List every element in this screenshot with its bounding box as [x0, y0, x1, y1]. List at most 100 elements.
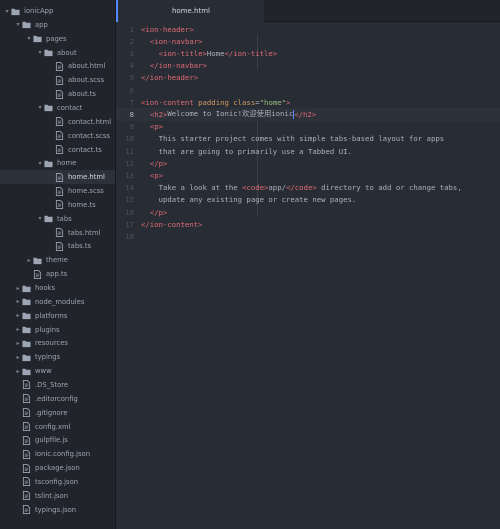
code-text: Take a look at the <code> app/</code> dir… [141, 182, 462, 194]
code-line[interactable]: 11 that are going to primarily use a Tab… [116, 145, 500, 157]
line-number: 11 [125, 146, 134, 156]
tree-file[interactable]: home.scss [0, 184, 115, 198]
chevron-down-icon[interactable]: ▾ [36, 215, 44, 222]
code-line[interactable]: 2 <ion-navbar> [116, 35, 500, 47]
chevron-down-icon[interactable]: ▾ [36, 160, 44, 167]
code-line[interactable]: 10 This starter project comes with simpl… [116, 133, 500, 145]
chevron-right-icon[interactable]: ▸ [14, 298, 22, 305]
tree-item-label: tabs.html [68, 228, 101, 237]
tree-file[interactable]: tslint.json [0, 489, 115, 503]
tree-item-label: about.scss [68, 76, 105, 85]
tree-file[interactable]: config.xml [0, 420, 115, 434]
tab-home-html[interactable]: home.html [116, 0, 264, 22]
code-line[interactable]: 7 <ion-content padding class = "home" > [116, 96, 500, 108]
tree-folder[interactable]: ▸ platforms [0, 309, 115, 323]
tree-file[interactable]: contact.html [0, 115, 115, 129]
code-line[interactable]: 12 </p> [116, 157, 500, 169]
chevron-down-icon[interactable]: ▾ [25, 35, 33, 42]
tree-folder[interactable]: ▸ hooks [0, 281, 115, 295]
chevron-right-icon[interactable]: ▸ [14, 285, 22, 292]
tree-item-label: typings.json [35, 505, 77, 514]
chevron-right-icon[interactable]: ▸ [14, 354, 22, 361]
tree-folder[interactable]: ▾ app [0, 18, 115, 32]
line-number: 5 [129, 73, 134, 83]
tree-file[interactable]: .gitignore [0, 406, 115, 420]
code-token: that are going to primarily use a Tabbed… [141, 146, 352, 156]
line-number: 10 [125, 134, 134, 144]
code-line[interactable]: 17 </ion-content> [116, 218, 500, 230]
code-text: <ion-content padding class = "home" > [141, 96, 290, 108]
tree-folder[interactable]: ▾ contact [0, 101, 115, 115]
tree-file[interactable]: tabs.html [0, 226, 115, 240]
tree-folder[interactable]: ▾ tabs [0, 212, 115, 226]
chevron-right-icon[interactable]: ▸ [14, 326, 22, 333]
tree-folder[interactable]: ▸ node_modules [0, 295, 115, 309]
code-editor[interactable]: 1 <ion-header> 2 <ion-navbar> 3 <ion-title>… [116, 22, 500, 529]
code-line[interactable]: 8 <h2> Welcome to Ionic!欢迎使用ionic </h2> [116, 108, 500, 121]
tree-file[interactable]: typings.json [0, 503, 115, 517]
tree-file[interactable]: about.scss [0, 73, 115, 87]
chevron-right-icon[interactable]: ▸ [14, 340, 22, 347]
file-icon [22, 449, 31, 459]
code-line[interactable]: 6 [116, 84, 500, 96]
file-icon [22, 380, 31, 390]
chevron-down-icon[interactable]: ▾ [14, 21, 22, 28]
code-token: Home [206, 48, 225, 58]
tree-file[interactable]: .DS_Store [0, 378, 115, 392]
tree-file[interactable]: package.json [0, 461, 115, 475]
file-icon [33, 269, 42, 279]
tree-folder[interactable]: ▾ ionicApp [0, 4, 115, 18]
tree-folder[interactable]: ▸ theme [0, 253, 115, 267]
line-number: 9 [129, 122, 134, 132]
chevron-down-icon[interactable]: ▾ [36, 49, 44, 56]
tree-file[interactable]: tabs.ts [0, 239, 115, 253]
tree-file[interactable]: home.html [0, 170, 115, 185]
tree-file[interactable]: home.ts [0, 198, 115, 212]
tree-item-label: typings [35, 353, 61, 362]
tree-item-label: node_modules [35, 297, 85, 306]
code-line[interactable]: 18 [116, 230, 500, 242]
tab-title: home.html [171, 7, 210, 15]
chevron-down-icon[interactable]: ▾ [36, 104, 44, 111]
code-line[interactable]: 16 </p> [116, 206, 500, 218]
chevron-right-icon[interactable]: ▸ [14, 312, 22, 319]
line-number: 1 [129, 24, 134, 34]
code-text: <p> [141, 121, 163, 133]
code-line[interactable]: 9 <p> [116, 121, 500, 133]
code-line[interactable]: 14 Take a look at the <code> app/</code> … [116, 182, 500, 194]
tree-folder[interactable]: ▸ resources [0, 336, 115, 350]
tree-file[interactable]: ionic.config.json [0, 447, 115, 461]
tree-file[interactable]: gulpfile.js [0, 433, 115, 447]
tree-folder[interactable]: ▸ typings [0, 350, 115, 364]
tree-file[interactable]: about.ts [0, 87, 115, 101]
tree-file[interactable]: contact.ts [0, 143, 115, 157]
tree-file[interactable]: about.html [0, 59, 115, 73]
code-token: <ion-content [141, 97, 199, 107]
code-token: directory to add or change tabs, [316, 183, 462, 193]
chevron-right-icon[interactable]: ▸ [14, 368, 22, 375]
code-line[interactable]: 1 <ion-header> [116, 23, 500, 35]
tree-file[interactable]: .editorconfig [0, 392, 115, 406]
code-line[interactable]: 3 <ion-title> Home </ion-title> [116, 47, 500, 59]
tree-folder[interactable]: ▾ about [0, 46, 115, 60]
chevron-down-icon[interactable]: ▾ [3, 8, 11, 15]
tree-file[interactable]: app.ts [0, 267, 115, 281]
tree-folder[interactable]: ▾ home [0, 156, 115, 170]
line-number: 3 [129, 48, 134, 58]
code-line[interactable]: 13 <p> [116, 169, 500, 181]
tree-folder[interactable]: ▸ www [0, 364, 115, 378]
code-token: <ion-navbar> [149, 36, 203, 46]
tree-folder[interactable]: ▾ pages [0, 32, 115, 46]
tree-file[interactable]: tsconfig.json [0, 475, 115, 489]
tree-folder[interactable]: ▸ plugins [0, 323, 115, 337]
code-line[interactable]: 15 update any existing page or create ne… [116, 194, 500, 206]
chevron-right-icon[interactable]: ▸ [25, 257, 33, 264]
code-line[interactable]: 5 </ion-header> [116, 72, 500, 84]
code-token: update any existing page or create new p… [141, 195, 357, 205]
line-number: 4 [129, 61, 134, 71]
code-token: padding class [198, 97, 256, 107]
tree-file[interactable]: contact.scss [0, 129, 115, 143]
code-token: </ion-navbar> [149, 61, 207, 71]
code-line[interactable]: 4 </ion-navbar> [116, 60, 500, 72]
